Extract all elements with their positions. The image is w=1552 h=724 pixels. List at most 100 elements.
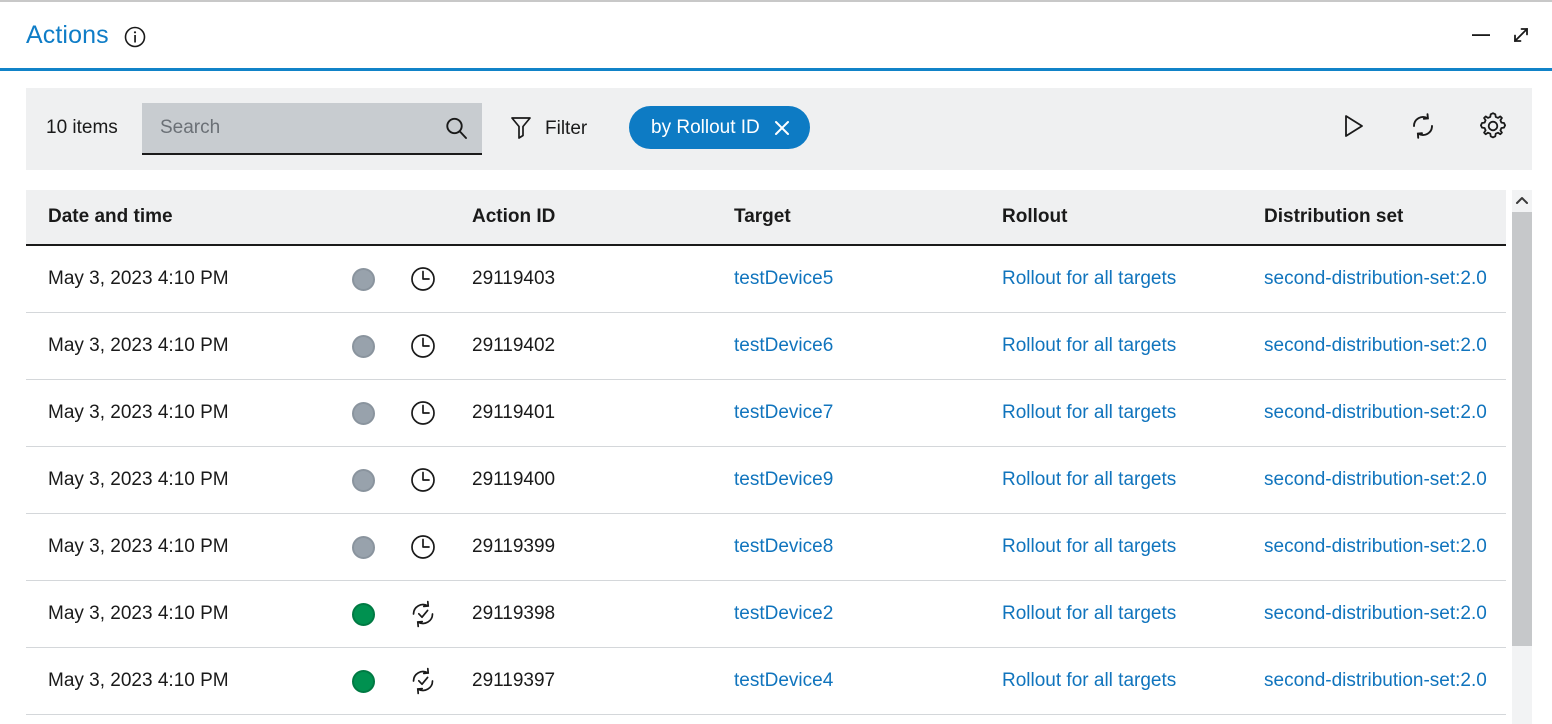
column-header-rollout[interactable]: Rollout: [1002, 190, 1262, 244]
cell-date: May 3, 2023 4:10 PM: [48, 246, 338, 312]
toolbar-actions: [1336, 109, 1510, 143]
close-icon[interactable]: [772, 118, 792, 138]
cell-distribution-set: second-distribution-set:2.0: [1264, 447, 1494, 513]
column-header-date[interactable]: Date and time: [48, 190, 338, 244]
column-header-target[interactable]: Target: [734, 190, 994, 244]
cell-distribution-set: second-distribution-set:2.0: [1264, 246, 1494, 312]
filter-chip-rollout-id[interactable]: by Rollout ID: [629, 106, 810, 149]
cell-target: testDevice9: [734, 447, 994, 513]
cell-action-id: 29119401: [472, 380, 722, 446]
cell-distribution-set: second-distribution-set:2.0: [1264, 313, 1494, 379]
rollout-link[interactable]: Rollout for all targets: [1002, 536, 1176, 558]
table-row[interactable]: May 3, 2023 4:10 PM29119399testDevice8Ro…: [26, 514, 1506, 581]
rollout-link[interactable]: Rollout for all targets: [1002, 268, 1176, 290]
target-link[interactable]: testDevice9: [734, 469, 833, 491]
status-badge: [352, 581, 392, 647]
cell-target: testDevice4: [734, 648, 994, 714]
cell-date: May 3, 2023 4:10 PM: [48, 514, 338, 580]
chevron-up-icon[interactable]: [1512, 190, 1532, 212]
table-scrollbar[interactable]: [1512, 190, 1532, 724]
rollout-link[interactable]: Rollout for all targets: [1002, 469, 1176, 491]
cell-rollout: Rollout for all targets: [1002, 581, 1262, 647]
distribution-set-link[interactable]: second-distribution-set:2.0: [1264, 470, 1487, 490]
status-badge: [352, 447, 392, 513]
filter-label: Filter: [545, 118, 587, 140]
table-row[interactable]: May 3, 2023 4:10 PM29119402testDevice6Ro…: [26, 313, 1506, 380]
status-dot-pending: [352, 268, 375, 291]
cell-action-id: 29119403: [472, 246, 722, 312]
cell-rollout: Rollout for all targets: [1002, 447, 1262, 513]
cell-action-id: 29119402: [472, 313, 722, 379]
status-badge: [352, 246, 392, 312]
status-badge: [352, 313, 392, 379]
rollout-link[interactable]: Rollout for all targets: [1002, 335, 1176, 357]
distribution-set-link[interactable]: second-distribution-set:2.0: [1264, 403, 1487, 423]
status-dot-pending: [352, 536, 375, 559]
distribution-set-link[interactable]: second-distribution-set:2.0: [1264, 604, 1487, 624]
column-header-distribution-set[interactable]: Distribution set: [1264, 190, 1494, 244]
table-row[interactable]: May 3, 2023 4:10 PM 29119397 testDevice4 Ro…: [26, 648, 1506, 715]
cell-rollout: Rollout for all targets: [1002, 380, 1262, 446]
target-link[interactable]: testDevice5: [734, 268, 833, 290]
window-header: Actions: [0, 2, 1552, 68]
filter-button[interactable]: Filter: [509, 110, 587, 148]
cell-target: testDevice7: [734, 380, 994, 446]
cell-target: testDevice6: [734, 313, 994, 379]
cell-distribution-set: second-distribution-set:2.0: [1264, 514, 1494, 580]
cell-distribution-set: second-distribution-set:2.0: [1264, 581, 1494, 647]
cell-rollout: Rollout for all targets: [1002, 648, 1262, 714]
clock-icon: [408, 313, 448, 379]
scrollbar-thumb[interactable]: [1512, 212, 1532, 646]
cell-date: May 3, 2023 4:10 PM: [48, 380, 338, 446]
status-dot-success: [352, 670, 375, 693]
expand-diagonal-icon[interactable]: [1508, 22, 1534, 48]
distribution-set-link[interactable]: second-distribution-set:2.0: [1264, 537, 1487, 557]
target-link[interactable]: testDevice6: [734, 335, 833, 357]
cell-action-id: 29119397: [472, 648, 722, 714]
table-header-row: Date and time Action ID Target Rollout D…: [26, 190, 1506, 246]
rollout-link[interactable]: Rollout for all targets: [1002, 402, 1176, 424]
table-body: May 3, 2023 4:10 PM 29119403 testDevice5 Ro…: [26, 246, 1506, 715]
table-row[interactable]: May 3, 2023 4:10 PM 29119403 testDevice5 Ro…: [26, 246, 1506, 313]
status-badge: [352, 380, 392, 446]
rollout-link[interactable]: Rollout for all targets: [1002, 670, 1176, 692]
cell-rollout: Rollout for all targets: [1002, 246, 1262, 312]
clock-icon: [408, 380, 448, 446]
table-row[interactable]: May 3, 2023 4:10 PM 29119400 testDevice9 Ro…: [26, 447, 1506, 514]
target-link[interactable]: testDevice7: [734, 402, 833, 424]
distribution-set-link[interactable]: second-distribution-set:2.0: [1264, 336, 1487, 356]
cell-date: May 3, 2023 4:10 PM: [48, 581, 338, 647]
distribution-set-link[interactable]: second-distribution-set:2.0: [1264, 269, 1487, 289]
search-icon[interactable]: [442, 114, 472, 144]
toolbar: 10 items Filter by Rollout ID: [26, 88, 1532, 170]
info-circle-icon[interactable]: [124, 26, 146, 48]
rollout-link[interactable]: Rollout for all targets: [1002, 603, 1176, 625]
target-link[interactable]: testDevice4: [734, 670, 833, 692]
target-link[interactable]: testDevice2: [734, 603, 833, 625]
refresh-icon[interactable]: [1406, 109, 1440, 143]
search-box[interactable]: [142, 103, 482, 155]
cell-date: May 3, 2023 4:10 PM: [48, 447, 338, 513]
search-input[interactable]: [160, 103, 440, 153]
table-row[interactable]: May 3, 2023 4:10 PM 29119401 testDevice7 Ro…: [26, 380, 1506, 447]
status-dot-success: [352, 603, 375, 626]
cell-target: testDevice2: [734, 581, 994, 647]
play-triangle-icon[interactable]: [1336, 109, 1370, 143]
page-title: Actions: [26, 21, 109, 50]
cell-distribution-set: second-distribution-set:2.0: [1264, 380, 1494, 446]
distribution-set-link[interactable]: second-distribution-set:2.0: [1264, 671, 1487, 691]
cell-date: May 3, 2023 4:10 PM: [48, 648, 338, 714]
header-accent-rule: [0, 68, 1552, 71]
cell-action-id: 29119398: [472, 581, 722, 647]
cell-action-id: 29119400: [472, 447, 722, 513]
table-row[interactable]: May 3, 2023 4:10 PM 29119398 testDevice2 Ro…: [26, 581, 1506, 648]
filter-chip-label: by Rollout ID: [651, 117, 760, 139]
actions-table: Date and time Action ID Target Rollout D…: [26, 190, 1532, 724]
target-link[interactable]: testDevice8: [734, 536, 833, 558]
column-header-action-id[interactable]: Action ID: [472, 190, 722, 244]
item-count-label: 10 items: [46, 117, 118, 139]
clock-icon: [408, 447, 448, 513]
minimize-icon[interactable]: [1468, 22, 1494, 48]
cell-target: testDevice5: [734, 246, 994, 312]
gear-icon[interactable]: [1476, 109, 1510, 143]
